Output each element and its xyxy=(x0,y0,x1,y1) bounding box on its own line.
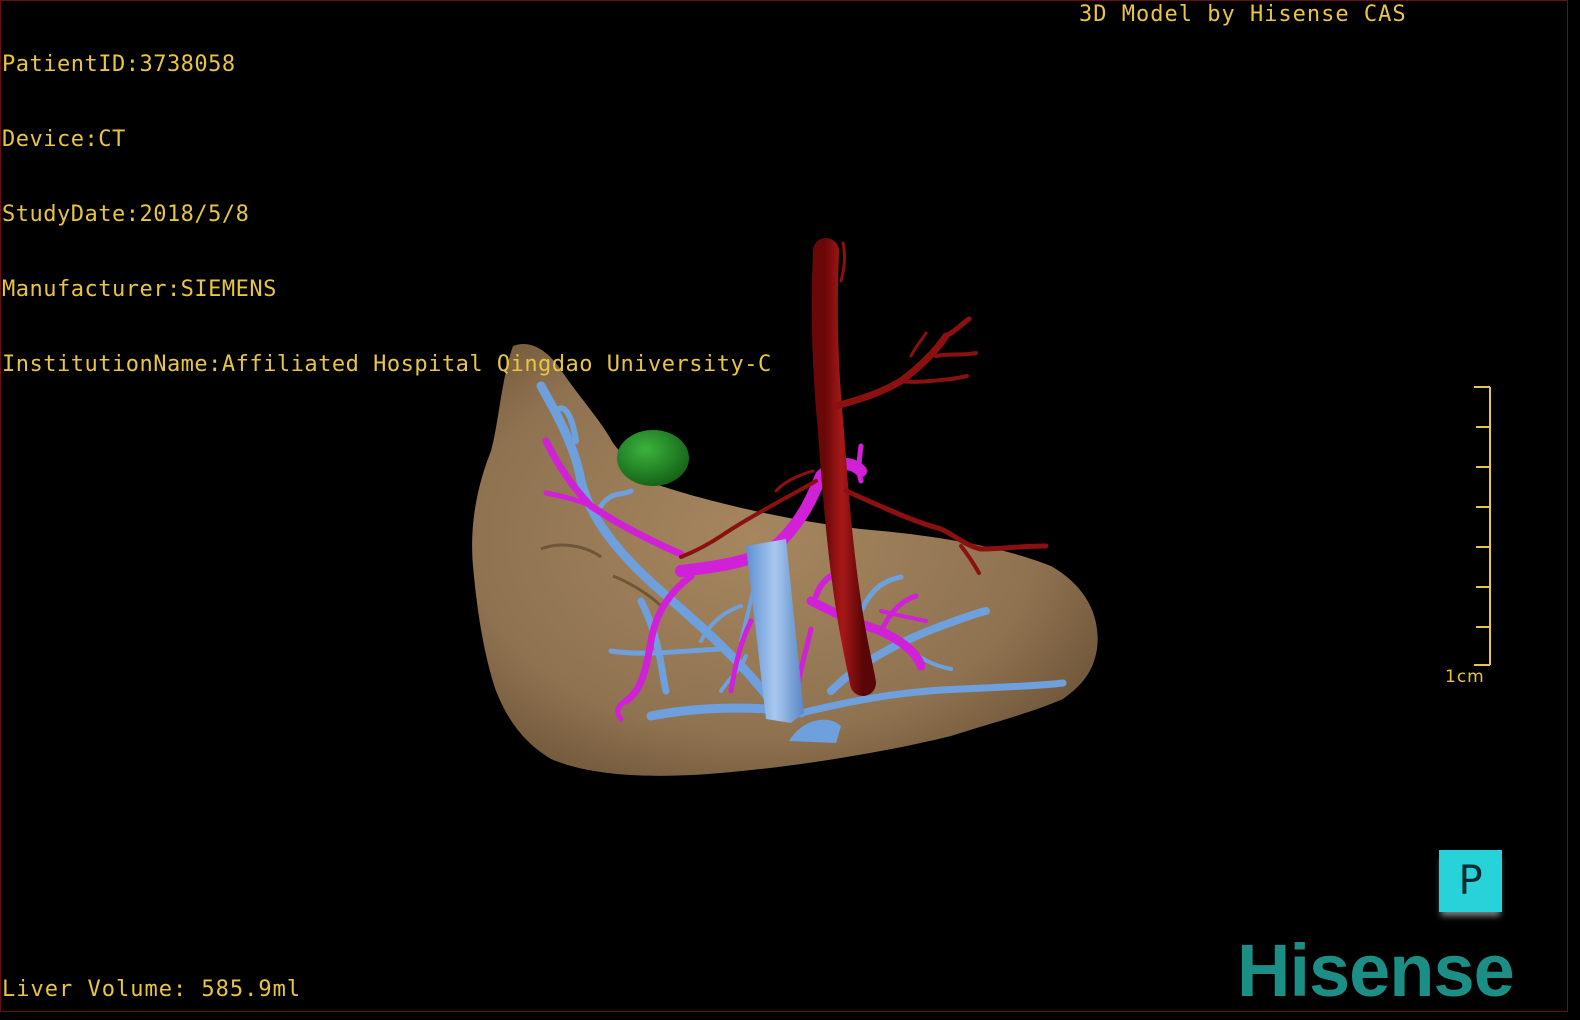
scale-bar-label: 1cm xyxy=(1445,667,1485,687)
hisense-logo: Hisense xyxy=(1237,929,1515,1012)
dicom-info-overlay: PatientID:3738058 Device:CT StudyDate:20… xyxy=(2,2,772,427)
device: Device:CT xyxy=(2,127,126,152)
orientation-cube[interactable]: P xyxy=(1439,850,1502,912)
model-credit: 3D Model by Hisense CAS xyxy=(1079,2,1407,27)
patient-id: PatientID:3738058 xyxy=(2,52,236,77)
liver-volume: Liver Volume: 585.9ml xyxy=(2,977,302,1002)
lesion xyxy=(617,430,689,486)
3d-viewport[interactable]: PatientID:3738058 Device:CT StudyDate:20… xyxy=(0,0,1568,1012)
institution-name: InstitutionName:Affiliated Hospital Qing… xyxy=(2,352,772,377)
orientation-label: P xyxy=(1458,858,1483,904)
study-date: StudyDate:2018/5/8 xyxy=(2,202,250,227)
manufacturer: Manufacturer:SIEMENS xyxy=(2,277,277,302)
scale-bar xyxy=(1474,386,1491,666)
